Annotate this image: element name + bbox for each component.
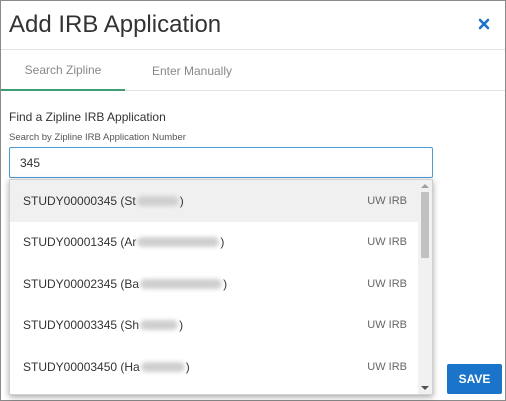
- search-input[interactable]: [9, 147, 433, 178]
- results-list: STUDY00000345 (St) UW IRB STUDY00001345 …: [10, 180, 419, 388]
- result-label: STUDY00001345 (Ar): [23, 235, 225, 250]
- add-irb-application-dialog: Add IRB Application Search Zipline Enter…: [0, 0, 506, 401]
- result-item[interactable]: STUDY00002345 (Ba) UW IRB: [10, 263, 419, 305]
- result-source: UW IRB: [367, 319, 407, 332]
- result-item[interactable]: STUDY00001345 (Ar) UW IRB: [10, 222, 419, 264]
- result-item[interactable]: STUDY00003345 (Sh) UW IRB: [10, 305, 419, 347]
- result-label: STUDY00002345 (Ba): [23, 276, 228, 291]
- result-source: UW IRB: [367, 194, 407, 207]
- dialog-header: Add IRB Application: [1, 1, 505, 50]
- tab-search-zipline[interactable]: Search Zipline: [1, 51, 125, 91]
- result-item[interactable]: STUDY00003450 (Ha) UW IRB: [10, 346, 419, 388]
- search-field-label: Search by Zipline IRB Application Number: [9, 132, 186, 143]
- dropdown-scrollbar[interactable]: [418, 180, 432, 394]
- scroll-up-icon[interactable]: [421, 184, 429, 188]
- redacted-name: [136, 195, 179, 206]
- scroll-thumb[interactable]: [421, 192, 429, 258]
- redacted-name: [140, 361, 185, 372]
- redacted-name: [137, 237, 220, 248]
- redacted-name: [140, 320, 179, 331]
- save-button[interactable]: SAVE: [447, 364, 502, 394]
- tab-label: Search Zipline: [24, 63, 102, 77]
- result-source: UW IRB: [367, 277, 407, 290]
- result-item[interactable]: STUDY00000345 (St) UW IRB: [10, 180, 419, 222]
- section-label: Find a Zipline IRB Application: [9, 110, 166, 124]
- result-label: STUDY00000345 (St): [23, 193, 184, 208]
- tab-enter-manually[interactable]: Enter Manually: [125, 51, 259, 91]
- search-results-dropdown: STUDY00000345 (St) UW IRB STUDY00001345 …: [9, 179, 433, 395]
- tab-label: Enter Manually: [151, 64, 233, 78]
- redacted-name: [140, 278, 223, 289]
- dialog-title: Add IRB Application: [9, 11, 222, 38]
- result-source: UW IRB: [367, 236, 407, 249]
- result-label: STUDY00003450 (Ha): [23, 359, 190, 374]
- tab-bar: Search Zipline Enter Manually: [1, 51, 505, 91]
- scroll-down-icon[interactable]: [421, 386, 429, 390]
- result-label: STUDY00003345 (Sh): [23, 318, 184, 333]
- result-source: UW IRB: [367, 360, 407, 373]
- close-icon[interactable]: [477, 17, 491, 31]
